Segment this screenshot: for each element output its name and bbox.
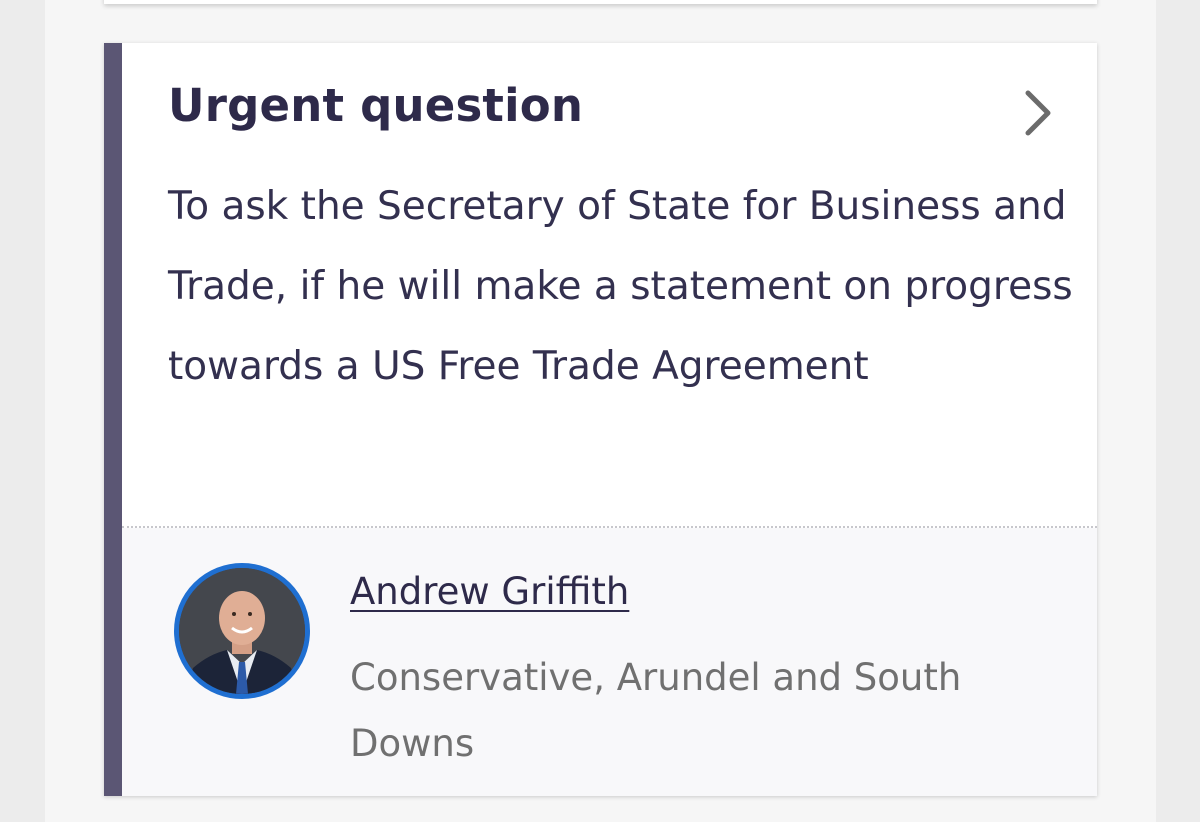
card-heading: Urgent question — [168, 79, 584, 132]
urgent-question-link[interactable]: Urgent question To ask the Secretary of … — [122, 43, 1097, 526]
member-name-link[interactable]: Andrew Griffith — [350, 570, 629, 613]
content-column: Urgent question To ask the Secretary of … — [45, 0, 1156, 822]
member-portrait — [179, 568, 305, 694]
question-text: To ask the Secretary of State for Busine… — [168, 184, 1073, 389]
chevron-right-icon — [1025, 90, 1051, 136]
urgent-question-card: Urgent question To ask the Secretary of … — [104, 43, 1097, 796]
previous-card-edge — [104, 0, 1097, 4]
member-party-constituency: Conservative, Arundel and South Downs — [350, 656, 962, 765]
member-panel: Andrew Griffith Conservative, Arundel an… — [122, 528, 1097, 796]
member-avatar[interactable] — [174, 563, 310, 699]
card-accent-bar — [104, 43, 122, 796]
